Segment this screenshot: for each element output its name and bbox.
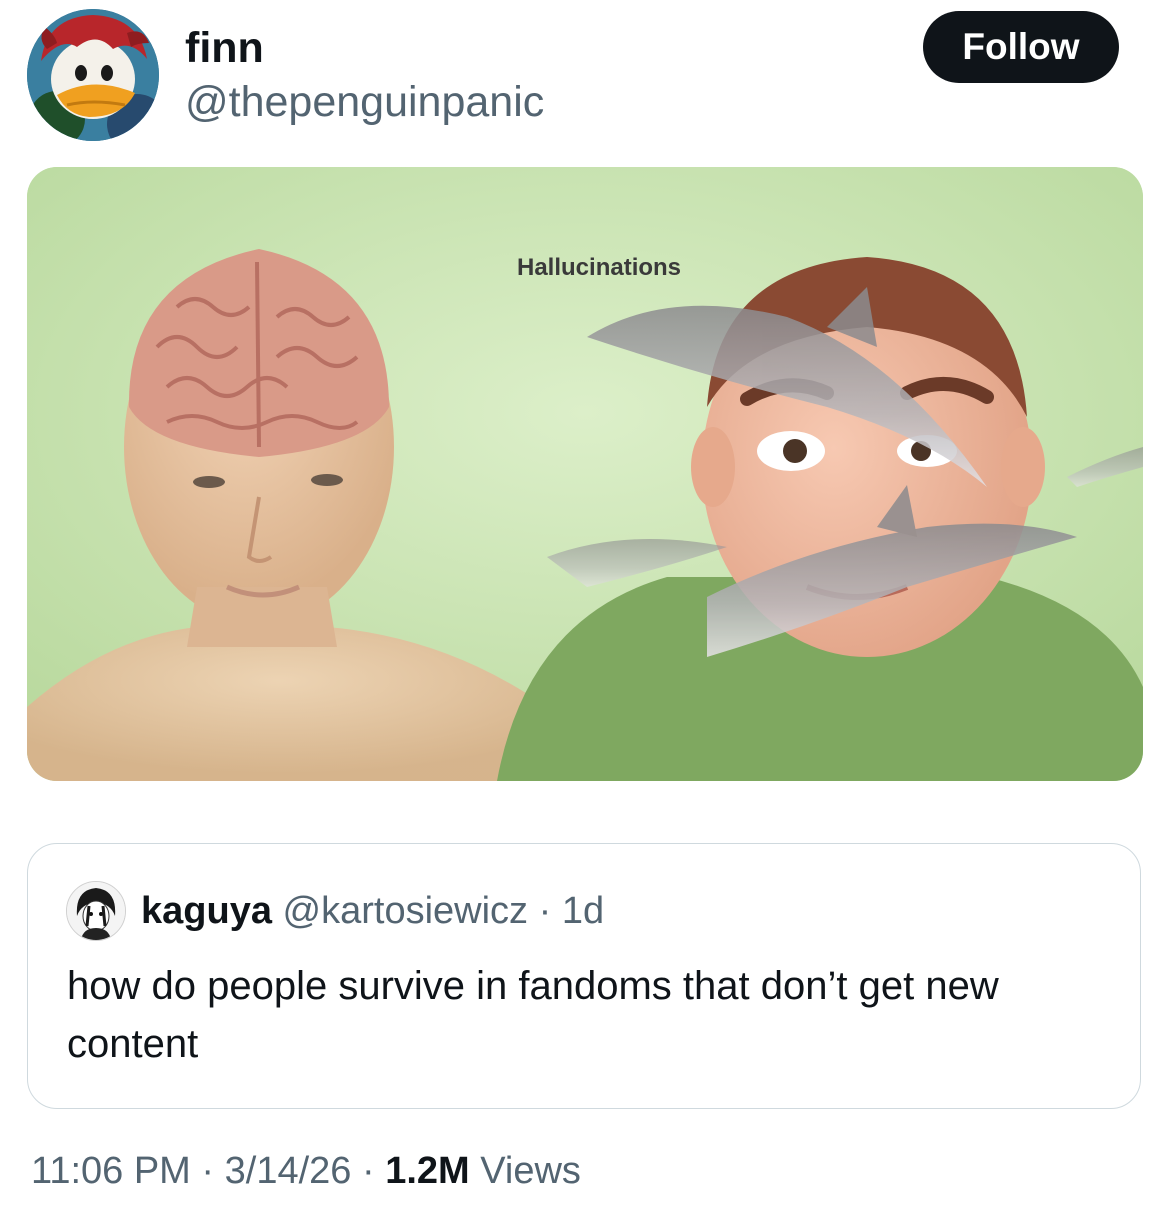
manga-avatar-icon — [67, 882, 125, 940]
quoted-handle[interactable]: @kartosiewicz — [283, 890, 529, 932]
quoted-post-header: kaguya @kartosiewicz · 1d — [141, 888, 604, 934]
quoted-post-text: how do people survive in fandoms that do… — [67, 964, 999, 1066]
post-time[interactable]: 11:06 PM — [31, 1150, 191, 1192]
author-avatar[interactable] — [27, 9, 159, 141]
meta-separator: · — [190, 1150, 225, 1192]
hallucinations-label: Hallucinations — [517, 254, 681, 281]
views-label: Views — [469, 1150, 581, 1192]
post-date[interactable]: 3/14/26 — [225, 1150, 352, 1192]
author-handle[interactable]: @thepenguinpanic — [185, 76, 544, 128]
views-count: 1.2M — [385, 1150, 470, 1192]
post-metadata: 11:06 PM · 3/14/26 · 1.2M Views — [31, 1148, 581, 1194]
meta-separator: · — [351, 1150, 386, 1192]
quoted-display-name[interactable]: kaguya — [141, 890, 272, 932]
post-media-image[interactable]: Hallucinations — [27, 167, 1143, 781]
author-display-name[interactable]: finn — [185, 22, 264, 74]
quoted-post[interactable]: kaguya @kartosiewicz · 1d how do people … — [27, 843, 1141, 1109]
quoted-separator: · — [538, 890, 552, 932]
hallucinations-illustration: Hallucinations — [27, 167, 1143, 781]
quoted-post-age[interactable]: 1d — [562, 890, 604, 932]
follow-button[interactable]: Follow — [923, 11, 1119, 83]
penguin-avatar-icon — [27, 9, 159, 141]
quoted-author-avatar[interactable] — [66, 881, 126, 941]
